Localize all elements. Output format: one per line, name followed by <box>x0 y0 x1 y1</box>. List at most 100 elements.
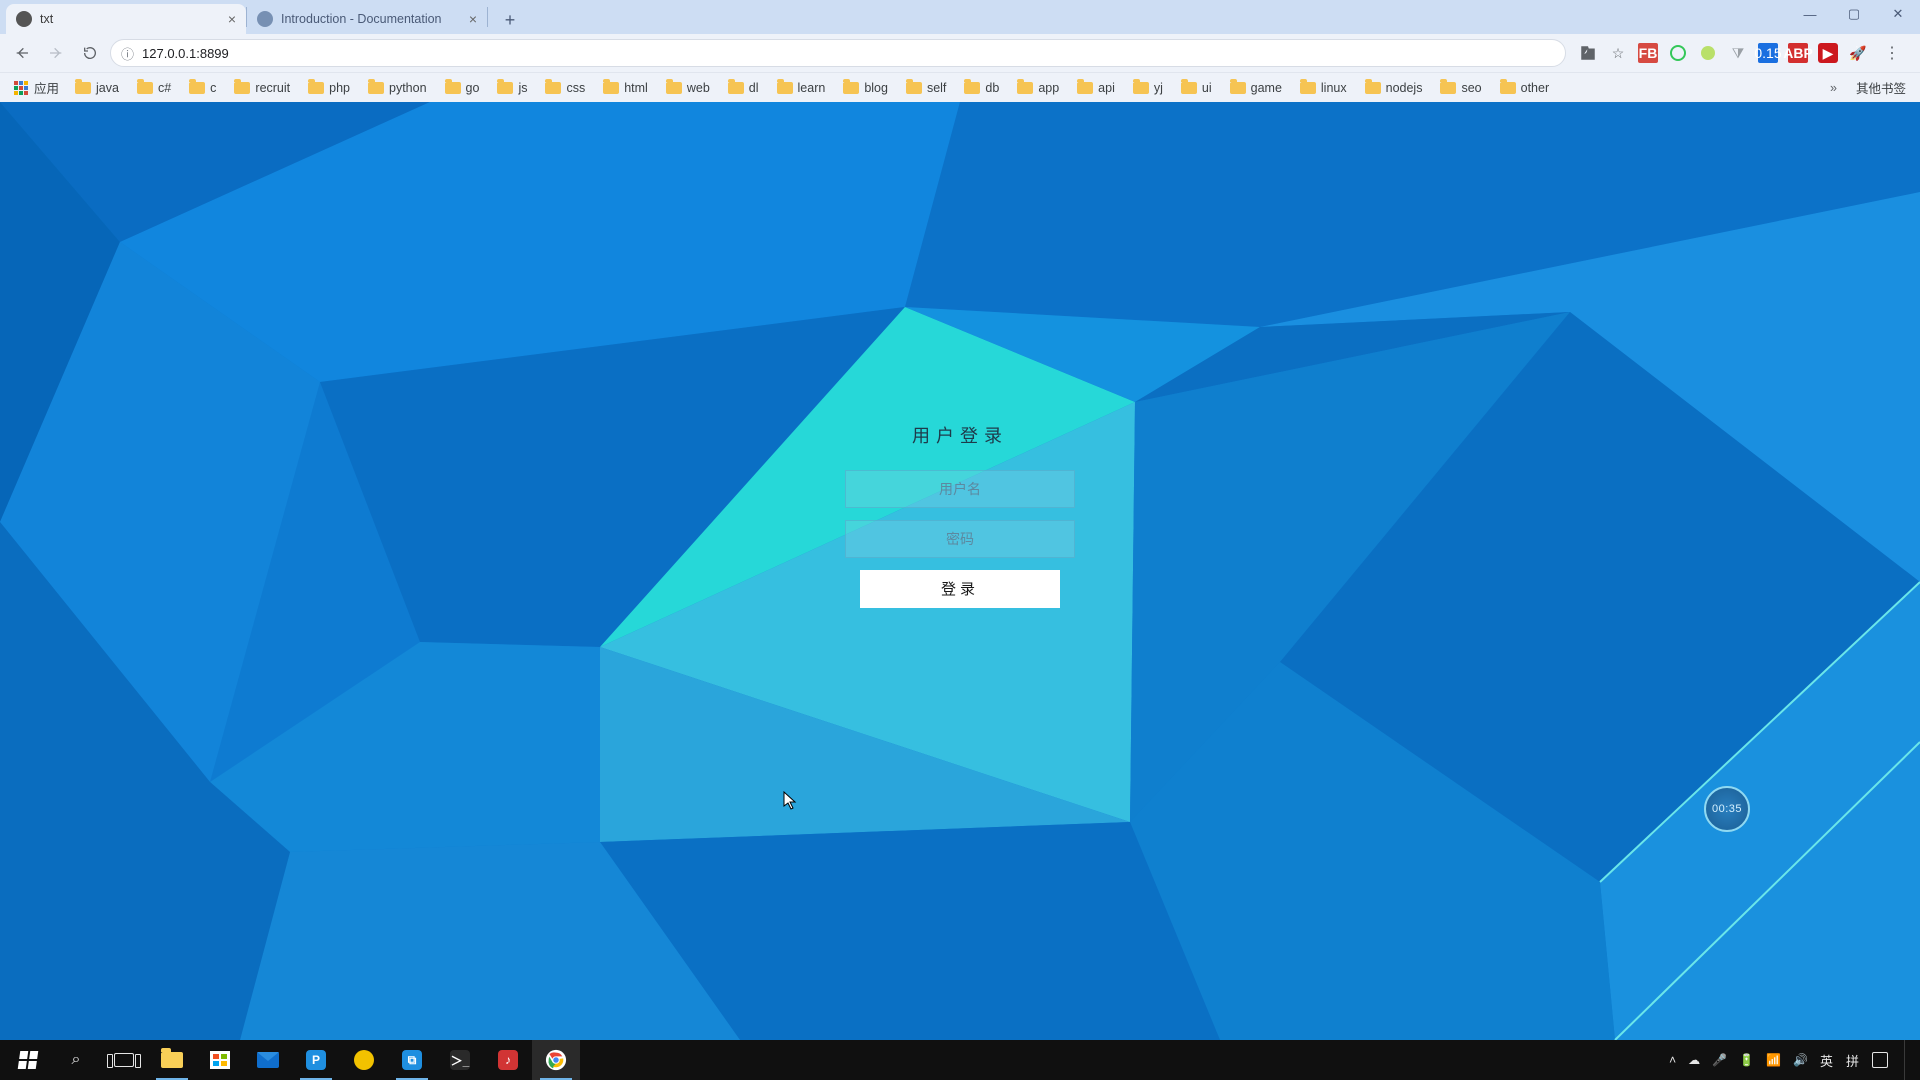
bookmark-star-icon[interactable]: ☆ <box>1608 43 1628 63</box>
address-bar: ⓘ 127.0.0.1:8899 ☆ FB ⧩ 0.15 ABP ▶ 🚀 ⋮ <box>0 34 1920 72</box>
extension-fb-icon[interactable]: FB <box>1638 43 1658 63</box>
tray-ime-lang[interactable]: 英 <box>1820 1040 1834 1080</box>
bookmark-folder[interactable]: self <box>898 79 954 97</box>
bookmark-folder[interactable]: c <box>181 79 224 97</box>
forward-button[interactable] <box>42 39 70 67</box>
bookmark-folder[interactable]: js <box>489 79 535 97</box>
bookmarks-bar: 应用 java c# c recruit php python go js cs… <box>0 72 1920 102</box>
bookmark-folder[interactable]: recruit <box>226 79 298 97</box>
extension-calendar-icon[interactable]: 0.15 <box>1758 43 1778 63</box>
bookmark-folder[interactable]: learn <box>769 79 834 97</box>
tab-title: Introduction - Documentation <box>281 12 461 26</box>
bookmark-folder[interactable]: python <box>360 79 435 97</box>
window-minimize-button[interactable]: — <box>1788 0 1832 28</box>
translate-icon[interactable] <box>1578 43 1598 63</box>
taskbar-app-mail[interactable] <box>244 1040 292 1080</box>
bookmark-folder[interactable]: nodejs <box>1357 79 1431 97</box>
bookmark-folder[interactable]: html <box>595 79 656 97</box>
bookmarks-overflow-button[interactable]: » <box>1824 81 1843 95</box>
bookmark-folder[interactable]: go <box>437 79 488 97</box>
tab-active[interactable]: txt × <box>6 4 246 34</box>
new-tab-button[interactable]: + <box>496 6 524 34</box>
window-controls: — ▢ ✕ <box>1788 0 1920 28</box>
bookmark-folder[interactable]: php <box>300 79 358 97</box>
tray-wifi-icon[interactable]: 📶 <box>1766 1040 1781 1080</box>
tray-notifications-button[interactable] <box>1872 1040 1888 1080</box>
bookmark-folder[interactable]: java <box>67 79 127 97</box>
bookmark-folder[interactable]: ui <box>1173 79 1220 97</box>
bookmark-folder[interactable]: game <box>1222 79 1290 97</box>
extension-abp-icon[interactable]: ABP <box>1788 43 1808 63</box>
folder-icon <box>308 82 324 94</box>
login-title: 用户登录 <box>830 422 1090 448</box>
back-button[interactable] <box>8 39 36 67</box>
start-button[interactable] <box>4 1040 52 1080</box>
bookmark-folder[interactable]: css <box>537 79 593 97</box>
task-view-button[interactable] <box>100 1040 148 1080</box>
folder-icon <box>189 82 205 94</box>
bookmark-folder[interactable]: dl <box>720 79 767 97</box>
bookmark-label: self <box>927 81 946 95</box>
extension-green-dot-icon[interactable] <box>1698 43 1718 63</box>
taskbar-app-terminal[interactable]: ＞_ <box>436 1040 484 1080</box>
file-explorer-icon <box>161 1052 183 1068</box>
extension-evernote-icon[interactable] <box>1668 43 1688 63</box>
close-icon[interactable]: × <box>228 11 236 27</box>
bookmark-folder[interactable]: db <box>956 79 1007 97</box>
bookmark-label: c# <box>158 81 171 95</box>
window-maximize-button[interactable]: ▢ <box>1832 0 1876 28</box>
tray-ime-mode[interactable]: 拼 <box>1846 1040 1860 1080</box>
tray-onedrive-icon[interactable]: ☁ <box>1688 1040 1700 1080</box>
folder-icon <box>234 82 250 94</box>
folder-icon <box>445 82 461 94</box>
bookmark-folder[interactable]: api <box>1069 79 1123 97</box>
tray-microphone-icon[interactable]: 🎤 <box>1712 1040 1727 1080</box>
bookmark-folder[interactable]: c# <box>129 79 179 97</box>
login-button[interactable]: 登录 <box>860 570 1060 608</box>
recording-timer-badge[interactable]: 00:35 <box>1704 786 1750 832</box>
taskbar-app-explorer[interactable] <box>148 1040 196 1080</box>
taskbar: ⌕ P ⧉ ＞_ ♪ ˄ ☁ 🎤 🔋 📶 🔊 英 拼 <box>0 1040 1920 1080</box>
browser-menu-button[interactable]: ⋮ <box>1878 43 1906 63</box>
bookmark-label: api <box>1098 81 1115 95</box>
extension-youtube-icon[interactable]: ▶ <box>1818 43 1838 63</box>
reload-button[interactable] <box>76 39 104 67</box>
bookmark-folder[interactable]: linux <box>1292 79 1355 97</box>
apps-button[interactable]: 应用 <box>8 76 65 99</box>
taskbar-search-button[interactable]: ⌕ <box>52 1040 100 1080</box>
bookmark-folder[interactable]: seo <box>1432 79 1489 97</box>
password-input[interactable] <box>845 520 1075 558</box>
bookmark-folder[interactable]: blog <box>835 79 896 97</box>
tray-volume-icon[interactable]: 🔊 <box>1793 1040 1808 1080</box>
taskbar-app-yellow-globe[interactable] <box>340 1040 388 1080</box>
tab-inactive[interactable]: Introduction - Documentation × <box>247 4 487 34</box>
window-close-button[interactable]: ✕ <box>1876 0 1920 28</box>
extension-chevron-icon[interactable]: ⧩ <box>1728 43 1748 63</box>
taskbar-app-p[interactable]: P <box>292 1040 340 1080</box>
show-desktop-button[interactable] <box>1904 1040 1910 1080</box>
bookmark-folder[interactable]: yj <box>1125 79 1171 97</box>
notification-icon <box>1872 1052 1888 1068</box>
taskbar-app-store[interactable] <box>196 1040 244 1080</box>
bookmark-label: css <box>566 81 585 95</box>
taskbar-app-vscode[interactable]: ⧉ <box>388 1040 436 1080</box>
bookmark-label: go <box>466 81 480 95</box>
folder-icon <box>1365 82 1381 94</box>
arrow-left-icon <box>14 45 30 61</box>
taskbar-app-chrome[interactable] <box>532 1040 580 1080</box>
folder-icon <box>497 82 513 94</box>
tray-overflow-button[interactable]: ˄ <box>1669 1040 1676 1080</box>
close-icon[interactable]: × <box>469 11 477 27</box>
tray-battery-icon[interactable]: 🔋 <box>1739 1040 1754 1080</box>
folder-icon <box>1300 82 1316 94</box>
site-info-icon[interactable]: ⓘ <box>121 44 134 63</box>
bookmark-label: c <box>210 81 216 95</box>
taskbar-app-netease[interactable]: ♪ <box>484 1040 532 1080</box>
extension-rocket-icon[interactable]: 🚀 <box>1848 43 1868 63</box>
bookmark-folder[interactable]: web <box>658 79 718 97</box>
other-bookmarks-button[interactable]: 其他书签 <box>1845 76 1912 99</box>
username-input[interactable] <box>845 470 1075 508</box>
bookmark-folder[interactable]: other <box>1492 79 1558 97</box>
omnibox[interactable]: ⓘ 127.0.0.1:8899 <box>110 39 1566 67</box>
bookmark-folder[interactable]: app <box>1009 79 1067 97</box>
